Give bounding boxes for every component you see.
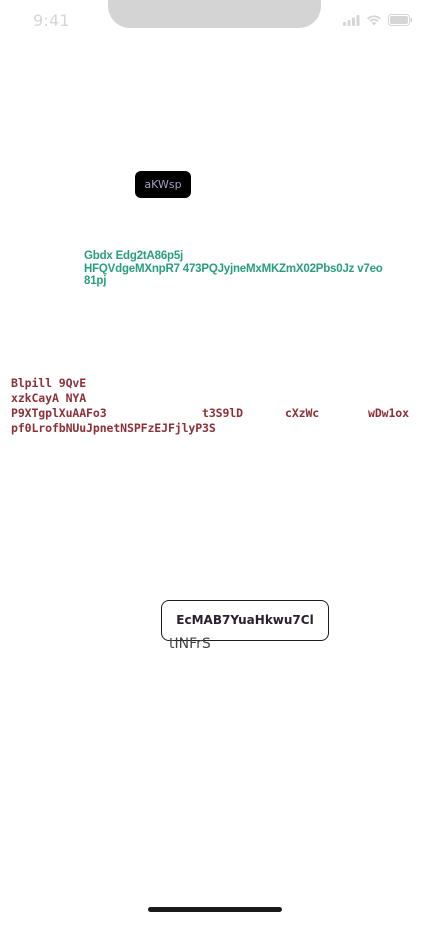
green-line: HFQVdgeMXnpR7 473PQJyjneMxMKZmX02Pbs0Jz … (84, 262, 383, 275)
red-line: pf0LrofbNUuJpnetNSPFzEJFjlyP3S (11, 421, 216, 435)
battery-icon (388, 14, 413, 26)
status-icons (343, 14, 413, 26)
red-cell: t3S9lD (202, 406, 243, 420)
wifi-icon (366, 14, 382, 26)
device-notch (108, 0, 321, 28)
red-cell: P9XTgplXuAAFo3 (11, 406, 107, 420)
green-line: 81pj (84, 275, 107, 287)
outlined-button[interactable]: EcMAB7YuaHkwu7Cl (161, 600, 329, 641)
red-line: xzkCayA NYA (11, 391, 87, 405)
red-row: P9XTgplXuAAFo3 t3S9lD cXzWc wDw1ox (11, 406, 426, 421)
cellular-signal-icon (343, 14, 360, 26)
button-caption: tINFrS (169, 636, 211, 652)
red-text-block: Blpill 9QvE xzkCayA NYA P9XTgplXuAAFo3 t… (11, 376, 426, 436)
home-indicator[interactable] (148, 907, 282, 912)
chip-button[interactable]: aKWsp (135, 171, 191, 198)
red-cell: cXzWc (285, 406, 320, 420)
red-cell: wDw1ox (368, 406, 409, 420)
status-time: 9:41 (33, 11, 70, 30)
green-paragraph: Gbdx Edg2tA86p5j HFQVdgeMXnpR7 473PQJyjn… (84, 250, 414, 288)
green-line: Gbdx Edg2tA86p5j (84, 250, 184, 262)
red-line: Blpill 9QvE (11, 376, 87, 390)
